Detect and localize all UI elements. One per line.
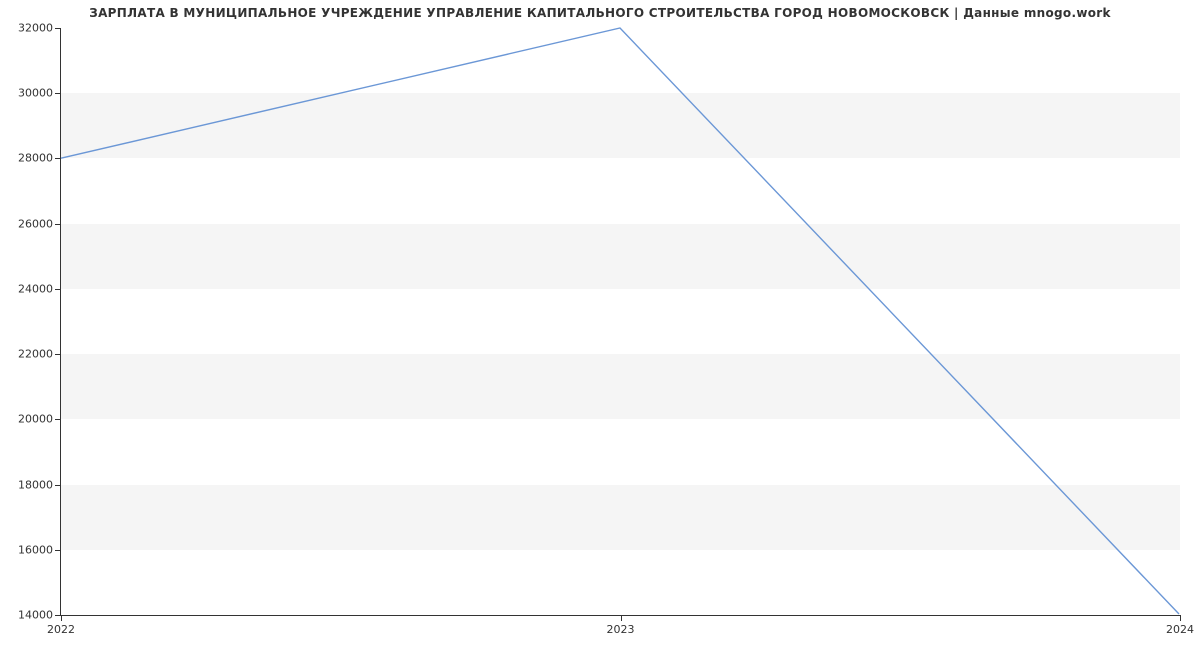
line-series [61, 28, 1180, 615]
y-tick [55, 158, 61, 159]
series-polyline [61, 28, 1179, 614]
y-tick-label: 16000 [18, 543, 53, 556]
y-tick-label: 14000 [18, 609, 53, 622]
y-tick-label: 32000 [18, 22, 53, 35]
x-tick [1180, 615, 1181, 621]
y-tick [55, 550, 61, 551]
plot-area: 1400016000180002000022000240002600028000… [60, 28, 1180, 616]
y-tick-label: 20000 [18, 413, 53, 426]
x-tick [61, 615, 62, 621]
y-tick-label: 30000 [18, 87, 53, 100]
y-tick [55, 485, 61, 486]
y-tick-label: 26000 [18, 217, 53, 230]
y-tick-label: 22000 [18, 348, 53, 361]
y-tick [55, 354, 61, 355]
x-tick-label: 2022 [47, 623, 75, 636]
chart-container: ЗАРПЛАТА В МУНИЦИПАЛЬНОЕ УЧРЕЖДЕНИЕ УПРА… [0, 0, 1200, 650]
y-tick [55, 289, 61, 290]
y-tick [55, 93, 61, 94]
x-tick-label: 2024 [1166, 623, 1194, 636]
y-tick-label: 28000 [18, 152, 53, 165]
x-tick [621, 615, 622, 621]
y-tick-label: 24000 [18, 282, 53, 295]
chart-title: ЗАРПЛАТА В МУНИЦИПАЛЬНОЕ УЧРЕЖДЕНИЕ УПРА… [0, 6, 1200, 20]
y-tick-label: 18000 [18, 478, 53, 491]
x-tick-label: 2023 [607, 623, 635, 636]
y-tick [55, 224, 61, 225]
y-tick [55, 419, 61, 420]
y-tick [55, 28, 61, 29]
